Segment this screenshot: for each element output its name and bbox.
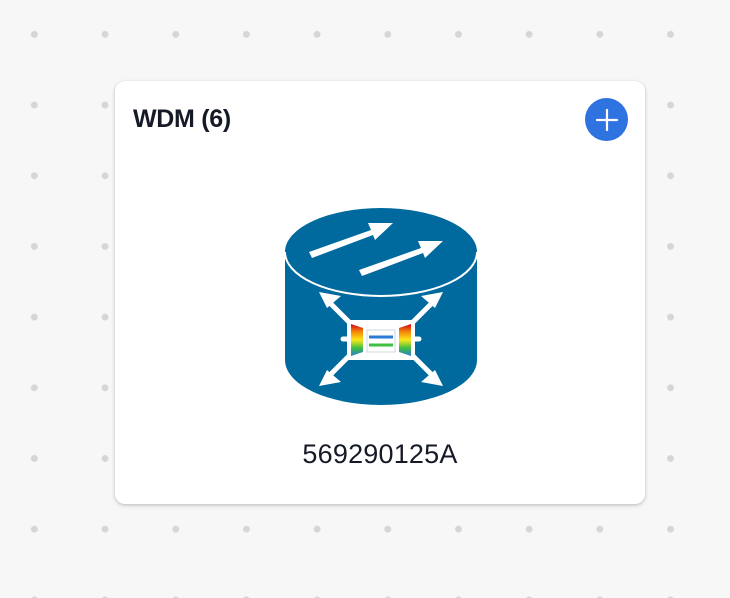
plus-icon — [595, 108, 618, 131]
wdm-node-card[interactable]: WDM (6) 569290125A — [115, 81, 645, 504]
wdm-router-icon[interactable] — [283, 208, 479, 408]
add-button[interactable] — [585, 98, 628, 141]
device-label: 569290125A — [302, 439, 458, 469]
node-title: WDM (6) — [133, 105, 231, 133]
